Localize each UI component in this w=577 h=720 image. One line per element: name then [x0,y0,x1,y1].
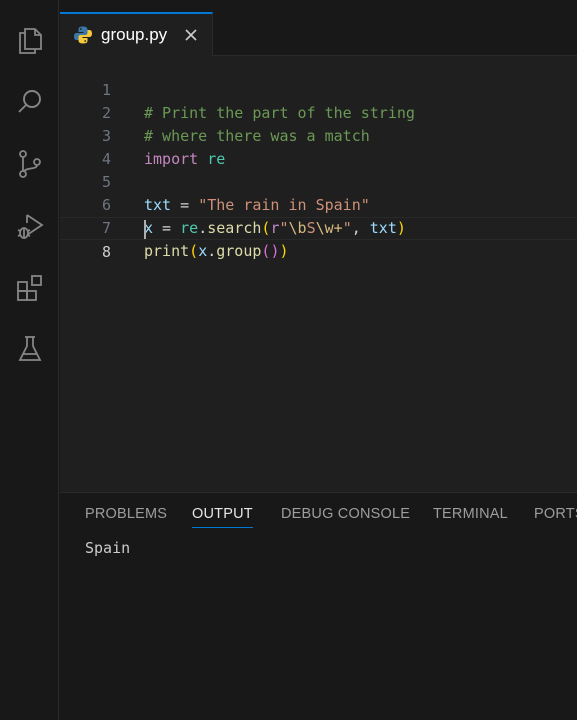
code-line-current: 8 [60,217,577,261]
text-cursor [144,220,146,239]
line-number: 8 [101,243,111,261]
python-icon [74,26,92,44]
code-bracket: ( [189,242,199,260]
source-control-icon[interactable] [0,140,59,188]
tab-debug-console[interactable]: DEBUG CONSOLE [281,506,410,522]
tab-group-py[interactable]: group.py [60,12,213,56]
code-editor[interactable]: 1 # Print the part of the string 2 # whe… [60,56,577,492]
code-line: 6 x = re.search(r"\bS\w+", txt) [60,171,577,237]
run-debug-icon[interactable] [0,202,59,250]
active-tab-indicator [192,527,253,528]
explorer-icon[interactable] [0,17,59,65]
testing-icon[interactable] [0,325,59,373]
code-variable: x [198,242,208,260]
code-bracket: ) [279,242,289,260]
search-icon[interactable] [0,78,59,126]
code-function: print [144,242,190,260]
code-dot: . [207,242,217,260]
extensions-icon[interactable] [0,264,59,312]
tab-terminal[interactable]: TERMINAL [433,506,508,522]
activity-bar [0,0,59,720]
code-line: 4 [60,125,577,168]
code-line: 5 txt = "The rain in Spain" [60,148,577,214]
code-line: 3 import re [60,102,577,168]
code-function: group [216,242,262,260]
tab-label: group.py [101,25,168,44]
output-text: Spain [85,539,131,557]
tab-ports[interactable]: PORTS [534,506,577,522]
code-line: 1 # Print the part of the string [60,56,577,122]
editor-tab-bar: group.py [60,0,577,56]
bottom-panel: PROBLEMS OUTPUT DEBUG CONSOLE TERMINAL P… [60,492,577,720]
code-line: 7 print(x.group()) [60,194,577,260]
close-icon[interactable] [183,27,199,43]
tab-problems[interactable]: PROBLEMS [85,506,167,522]
code-line: 2 # where there was a match [60,79,577,145]
tab-output[interactable]: OUTPUT [192,506,253,522]
